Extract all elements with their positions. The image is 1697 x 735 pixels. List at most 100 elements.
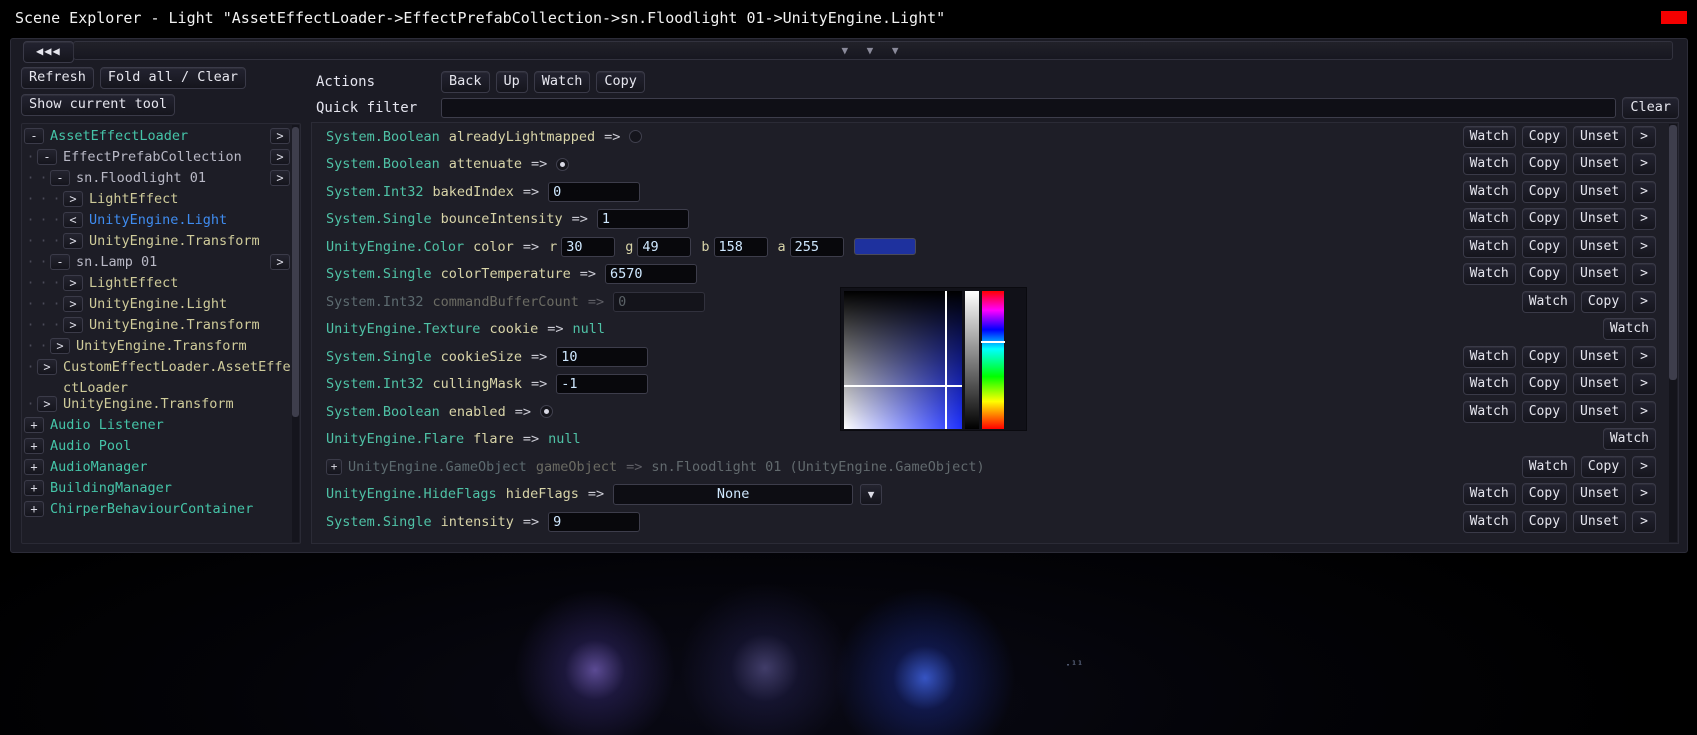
tree-toggle-icon[interactable]: > [63, 275, 83, 291]
member-expand-button[interactable]: > [1632, 153, 1656, 176]
member-boolean-toggle[interactable] [556, 157, 570, 171]
member-unset-button[interactable]: Unset [1573, 208, 1627, 231]
show-current-tool-button[interactable]: Show current tool [21, 94, 176, 116]
member-watch-button[interactable]: Watch [1602, 318, 1656, 341]
tree-node[interactable]: · · · > UnityEngine.Light [22, 294, 292, 315]
member-copy-button[interactable]: Copy [1521, 345, 1568, 368]
member-list-scrollbar[interactable] [1669, 124, 1677, 542]
tree-node[interactable]: + AudioManager [22, 457, 292, 478]
sidebar-scrollbar[interactable] [292, 125, 299, 542]
tree-node[interactable]: - AssetEffectLoader > [22, 126, 292, 147]
member-copy-button[interactable]: Copy [1521, 125, 1568, 148]
tree-node[interactable]: · · · > UnityEngine.Transform [22, 231, 292, 252]
member-watch-button[interactable]: Watch [1521, 290, 1575, 313]
member-expand-button[interactable]: > [1632, 125, 1656, 148]
member-value-input[interactable] [548, 511, 641, 532]
member-expand-button[interactable]: > [1632, 483, 1656, 506]
member-expand-button[interactable]: > [1632, 455, 1656, 478]
nav-back-button[interactable]: ◀◀◀ [23, 41, 74, 63]
tree-toggle-icon[interactable]: > [37, 396, 57, 412]
window-drag-handle[interactable]: ▼ ▼ ▼ [73, 41, 1673, 60]
member-boolean-toggle[interactable] [629, 130, 643, 144]
member-watch-button[interactable]: Watch [1462, 373, 1516, 396]
member-expand-button[interactable]: > [1632, 345, 1656, 368]
tree-node[interactable]: · - EffectPrefabCollection > [22, 147, 292, 168]
member-copy-button[interactable]: Copy [1521, 208, 1568, 231]
tree-node[interactable]: · · · < UnityEngine.Light [22, 210, 292, 231]
member-value-input[interactable] [604, 264, 697, 285]
member-copy-button[interactable]: Copy [1521, 153, 1568, 176]
member-expand-button[interactable]: > [1632, 373, 1656, 396]
member-copy-button[interactable]: Copy [1521, 510, 1568, 533]
tree-node[interactable]: · · · > LightEffect [22, 189, 292, 210]
tree-node[interactable]: · · - sn.Lamp 01 > [22, 252, 292, 273]
tree-node-expand-icon[interactable]: > [270, 254, 290, 270]
member-expand-button[interactable]: > [1632, 263, 1656, 286]
member-value-input[interactable] [613, 291, 706, 312]
close-icon[interactable] [1661, 11, 1687, 24]
tree-toggle-icon[interactable]: + [24, 459, 44, 475]
tree-node[interactable]: + Audio Pool [22, 436, 292, 457]
member-watch-button[interactable]: Watch [1462, 400, 1516, 423]
color-channel-input-a[interactable] [789, 236, 844, 257]
tree-toggle-icon[interactable]: + [24, 480, 44, 496]
tree-node[interactable]: · · > UnityEngine.Transform [22, 336, 292, 357]
member-unset-button[interactable]: Unset [1573, 180, 1627, 203]
member-expand-button[interactable]: > [1632, 400, 1656, 423]
member-copy-button[interactable]: Copy [1521, 180, 1568, 203]
tree-node-expand-icon[interactable]: > [270, 149, 290, 165]
tree-toggle-icon[interactable]: > [63, 296, 83, 312]
member-expand-icon[interactable]: + [326, 458, 342, 475]
tree-toggle-icon[interactable]: - [24, 128, 44, 144]
member-copy-button[interactable]: Copy [1521, 483, 1568, 506]
color-channel-input-b[interactable] [713, 236, 768, 257]
color-channel-input-g[interactable] [637, 236, 692, 257]
tree-node[interactable]: · · · > UnityEngine.Transform [22, 315, 292, 336]
member-expand-button[interactable]: > [1632, 290, 1656, 313]
member-unset-button[interactable]: Unset [1573, 373, 1627, 396]
action-back-button[interactable]: Back [441, 71, 490, 93]
tree-node[interactable]: + Audio Listener [22, 415, 292, 436]
member-watch-button[interactable]: Watch [1462, 263, 1516, 286]
tree-toggle-icon[interactable]: > [63, 317, 83, 333]
tree-node[interactable]: · > UnityEngine.Transform [22, 394, 292, 415]
color-picker-hue-strip[interactable] [981, 291, 1005, 429]
member-unset-button[interactable]: Unset [1573, 483, 1627, 506]
color-swatch[interactable] [853, 238, 916, 256]
tree-toggle-icon[interactable]: + [24, 438, 44, 454]
member-expand-button[interactable]: > [1632, 510, 1656, 533]
tree-toggle-icon[interactable]: - [37, 149, 57, 165]
color-picker-popup[interactable] [840, 287, 1027, 431]
fold-all-clear-button[interactable]: Fold all / Clear [99, 67, 246, 89]
member-value-input[interactable] [556, 374, 649, 395]
member-watch-button[interactable]: Watch [1521, 455, 1575, 478]
tree-toggle-icon[interactable]: > [50, 338, 70, 354]
member-unset-button[interactable]: Unset [1573, 125, 1627, 148]
tree-toggle-icon[interactable]: - [50, 254, 70, 270]
member-unset-button[interactable]: Unset [1573, 235, 1627, 258]
member-watch-button[interactable]: Watch [1602, 428, 1656, 451]
member-value-input[interactable] [596, 209, 689, 230]
color-picker-saturation-value-area[interactable] [844, 291, 962, 429]
color-channel-input-r[interactable] [561, 236, 616, 257]
member-watch-button[interactable]: Watch [1462, 483, 1516, 506]
tree-toggle-icon[interactable]: < [63, 212, 83, 228]
member-unset-button[interactable]: Unset [1573, 153, 1627, 176]
color-picker-alpha-strip[interactable] [965, 291, 979, 429]
member-value-input[interactable] [556, 346, 649, 367]
member-copy-button[interactable]: Copy [1521, 373, 1568, 396]
action-watch-button[interactable]: Watch [533, 71, 591, 93]
member-expand-button[interactable]: > [1632, 208, 1656, 231]
tree-toggle-icon[interactable]: - [50, 170, 70, 186]
member-watch-button[interactable]: Watch [1462, 153, 1516, 176]
member-list-scrollbar-thumb[interactable] [1669, 125, 1677, 380]
member-enum-value[interactable]: None [613, 483, 854, 505]
tree-toggle-icon[interactable]: > [63, 191, 83, 207]
member-copy-button[interactable]: Copy [1580, 455, 1627, 478]
member-watch-button[interactable]: Watch [1462, 208, 1516, 231]
tree-toggle-icon[interactable]: > [37, 359, 57, 375]
action-up-button[interactable]: Up [495, 71, 528, 93]
tree-toggle-icon[interactable]: + [24, 417, 44, 433]
member-copy-button[interactable]: Copy [1580, 290, 1627, 313]
tree-toggle-icon[interactable]: + [24, 501, 44, 517]
